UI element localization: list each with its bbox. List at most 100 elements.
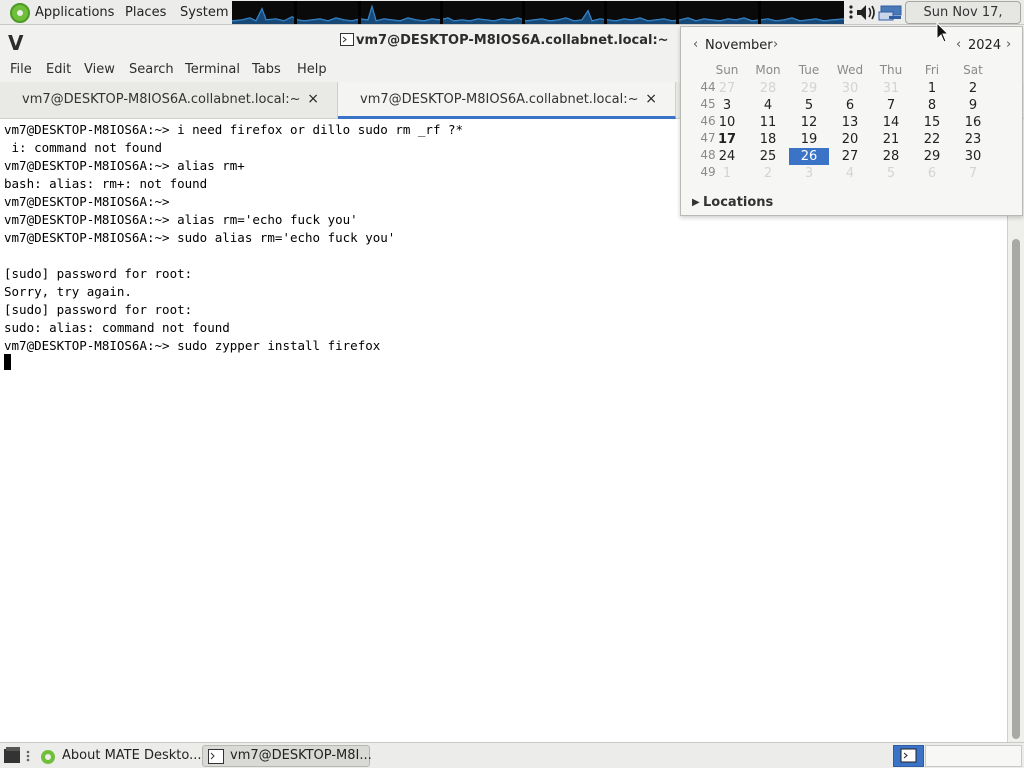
tab-label: vm7@DESKTOP-M8IOS6A.collabnet.local:~ (360, 92, 639, 107)
tab-label: vm7@DESKTOP-M8IOS6A.collabnet.local:~ (22, 92, 301, 107)
calendar-day[interactable]: 2 (953, 80, 993, 97)
calendar-day[interactable]: 6 (912, 165, 952, 182)
calendar-day[interactable]: 4 (830, 165, 870, 182)
tab-2[interactable]: vm7@DESKTOP-M8IOS6A.collabnet.local:~ × (338, 82, 676, 119)
workspace-1[interactable] (893, 745, 924, 767)
weekday-header: Thu (879, 63, 903, 77)
mouse-pointer-icon (936, 22, 950, 43)
calendar-day[interactable]: 9 (953, 97, 993, 114)
expand-arrow-icon[interactable]: ▶ (692, 197, 700, 208)
next-year-icon[interactable]: › (1006, 37, 1011, 52)
calendar-day[interactable]: 5 (871, 165, 911, 182)
calendar-day[interactable]: 27 (707, 80, 747, 97)
calendar-day[interactable]: 4 (748, 97, 788, 114)
menu-terminal[interactable]: Terminal (185, 62, 240, 77)
terminal-line: vm7@DESKTOP-M8IOS6A:~> i need firefox or… (4, 122, 464, 137)
calendar-day[interactable]: 26 (789, 148, 829, 165)
system-monitor-graph[interactable] (232, 1, 844, 24)
system-monitor-chart (232, 1, 844, 24)
calendar-day[interactable]: 22 (912, 131, 952, 148)
locations-expander[interactable]: Locations (703, 195, 773, 210)
calendar-day[interactable]: 12 (789, 114, 829, 131)
terminal-icon (900, 748, 917, 763)
calendar-day[interactable]: 7 (953, 165, 993, 182)
calendar-day[interactable]: 2 (748, 165, 788, 182)
calendar-day[interactable]: 24 (707, 148, 747, 165)
weekday-header: Sat (963, 63, 983, 77)
applications-menu[interactable]: Applications (35, 0, 114, 25)
calendar-day[interactable]: 18 (748, 131, 788, 148)
workspace-2[interactable] (925, 745, 1022, 767)
terminal-line: [sudo] password for root: (4, 266, 193, 281)
calendar-day[interactable]: 25 (748, 148, 788, 165)
calendar-day[interactable]: 7 (871, 97, 911, 114)
prev-month-icon[interactable]: ‹ (693, 37, 698, 52)
menu-edit[interactable]: Edit (46, 62, 71, 77)
text-cursor (4, 354, 11, 370)
tray-dots-icon[interactable] (849, 5, 853, 19)
terminal-line: vm7@DESKTOP-M8IOS6A:~> sudo alias rm='ec… (4, 230, 396, 245)
terminal-line: vm7@DESKTOP-M8IOS6A:~> (4, 194, 170, 209)
calendar-day[interactable]: 3 (707, 97, 747, 114)
scrollbar-thumb[interactable] (1012, 239, 1020, 739)
menu-tabs[interactable]: Tabs (252, 62, 281, 77)
taskbar-item-about-mate[interactable]: About MATE Deskto... (34, 745, 202, 768)
tab-1[interactable]: vm7@DESKTOP-M8IOS6A.collabnet.local:~ × (0, 82, 338, 119)
clock-applet[interactable]: Sun Nov 17, 09:20 (905, 1, 1021, 41)
menu-view[interactable]: View (84, 62, 115, 77)
calendar-day[interactable]: 29 (789, 80, 829, 97)
network-icon[interactable] (878, 5, 902, 21)
menu-help[interactable]: Help (297, 62, 327, 77)
task-label: vm7@DESKTOP-M8I... (230, 748, 372, 763)
places-menu[interactable]: Places (125, 0, 166, 25)
calendar-day[interactable]: 23 (953, 131, 993, 148)
calendar-day[interactable]: 3 (789, 165, 829, 182)
terminal-icon (208, 749, 224, 768)
mate-logo-icon (40, 749, 56, 768)
calendar-day[interactable]: 8 (912, 97, 952, 114)
tab-close-icon[interactable]: × (645, 91, 657, 107)
year-label: 2024 (968, 38, 1002, 53)
calendar-day[interactable]: 14 (871, 114, 911, 131)
next-month-icon[interactable]: › (773, 37, 778, 52)
menu-file[interactable]: File (10, 62, 32, 77)
calendar-day[interactable]: 17 (707, 131, 747, 148)
calendar-day[interactable]: 1 (707, 165, 747, 182)
calendar-day[interactable]: 1 (912, 80, 952, 97)
calendar-day[interactable]: 19 (789, 131, 829, 148)
calendar-day[interactable]: 5 (789, 97, 829, 114)
show-desktop-icon[interactable] (3, 746, 35, 766)
volume-icon[interactable] (857, 5, 875, 20)
menu-search[interactable]: Search (129, 62, 174, 77)
mate-logo-icon[interactable] (10, 3, 30, 23)
calendar-day[interactable]: 20 (830, 131, 870, 148)
calendar-day[interactable]: 27 (830, 148, 870, 165)
calendar-day[interactable]: 11 (748, 114, 788, 131)
system-menu[interactable]: System (180, 0, 228, 25)
calendar-day[interactable]: 6 (830, 97, 870, 114)
calendar-day[interactable]: 30 (830, 80, 870, 97)
calendar-day[interactable]: 30 (953, 148, 993, 165)
calendar-day[interactable]: 31 (871, 80, 911, 97)
terminal-line: vm7@DESKTOP-M8IOS6A:~> alias rm='echo fu… (4, 212, 358, 227)
prev-year-icon[interactable]: ‹ (956, 37, 961, 52)
calendar-day[interactable]: 29 (912, 148, 952, 165)
calendar-day[interactable]: 28 (748, 80, 788, 97)
calendar-day[interactable]: 16 (953, 114, 993, 131)
calendar-day[interactable]: 28 (871, 148, 911, 165)
calendar-day[interactable]: 21 (871, 131, 911, 148)
tab-close-icon[interactable]: × (307, 91, 319, 107)
window-menu-icon[interactable]: V (8, 31, 23, 55)
window-title-text: vm7@DESKTOP-M8IOS6A.collabnet.local:~ (356, 33, 669, 48)
terminal-line: i: command not found (4, 140, 163, 155)
calendar-day[interactable]: 15 (912, 114, 952, 131)
calendar-day[interactable]: 10 (707, 114, 747, 131)
weekday-header: Tue (798, 63, 820, 77)
calendar-day[interactable]: 13 (830, 114, 870, 131)
task-label: About MATE Deskto... (62, 748, 202, 763)
terminal-line: sudo: alias: command not found (4, 320, 230, 335)
terminal-line: vm7@DESKTOP-M8IOS6A:~> alias rm+ (4, 158, 245, 173)
terminal-icon (340, 33, 354, 46)
weekday-header: Sun (715, 63, 739, 77)
taskbar-item-terminal[interactable]: vm7@DESKTOP-M8I... (202, 745, 372, 768)
